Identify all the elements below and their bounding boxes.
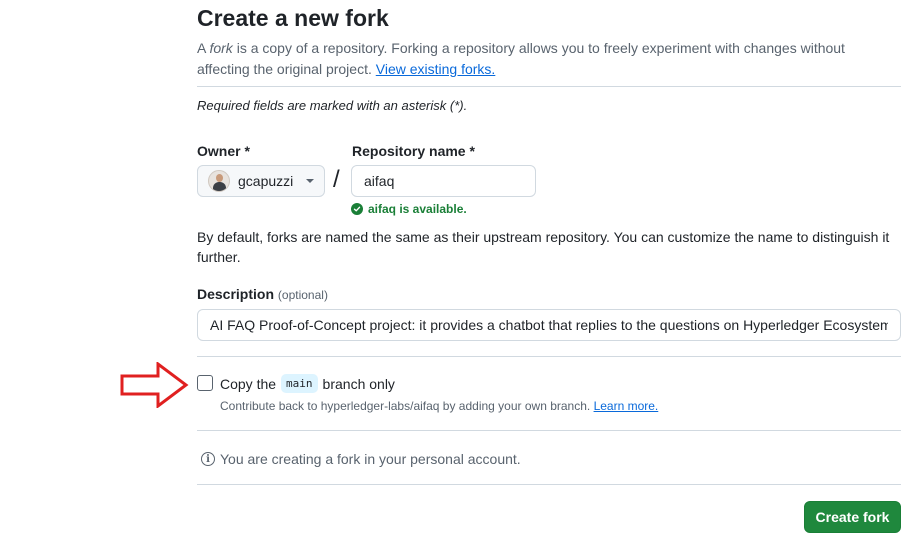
copy-label-post: branch only: [322, 375, 395, 392]
branch-name-code: main: [281, 374, 318, 393]
owner-repo-separator: /: [333, 166, 340, 193]
personal-account-info: i You are creating a fork in your person…: [201, 451, 521, 467]
avatar: [208, 170, 230, 192]
repository-name-input[interactable]: [351, 165, 536, 197]
availability-text: aifaq is available.: [368, 202, 467, 216]
divider: [197, 86, 901, 87]
repository-name-label: Repository name *: [352, 143, 475, 159]
check-circle-icon: [351, 203, 363, 215]
view-existing-forks-link[interactable]: View existing forks.: [376, 61, 496, 77]
owner-select-button[interactable]: gcapuzzi: [197, 165, 325, 197]
copy-main-branch-checkbox[interactable]: [197, 375, 213, 391]
create-fork-page: Create a new fork A fork is a copy of a …: [0, 0, 923, 553]
description-optional: (optional): [277, 288, 328, 302]
divider: [197, 484, 901, 485]
description-input[interactable]: [197, 309, 901, 341]
required-fields-note: Required fields are marked with an aster…: [197, 98, 468, 113]
availability-status: aifaq is available.: [351, 202, 467, 216]
copy-label-pre: Copy the: [220, 375, 277, 392]
info-icon: i: [201, 452, 215, 466]
divider: [197, 430, 901, 431]
page-title: Create a new fork: [197, 5, 389, 31]
info-text: You are creating a fork in your personal…: [220, 451, 521, 467]
arrow-right-icon: [120, 362, 189, 408]
description-label: Description (optional): [197, 286, 328, 302]
create-fork-button[interactable]: Create fork: [804, 501, 901, 533]
owner-label: Owner *: [197, 143, 250, 159]
owner-name: gcapuzzi: [238, 173, 294, 189]
copy-main-branch-label[interactable]: Copy the main branch only: [220, 374, 395, 393]
copy-main-description: Contribute back to hyperledger-labs/aifa…: [220, 399, 658, 413]
page-subtitle: A fork is a copy of a repository. Forkin…: [197, 38, 897, 80]
subtitle-post: is a copy of a repository. Forking a rep…: [197, 40, 845, 77]
triangle-down-icon: [306, 179, 314, 183]
learn-more-link[interactable]: Learn more.: [594, 399, 659, 413]
divider: [197, 356, 901, 357]
description-label-text: Description: [197, 286, 275, 302]
contribute-text: Contribute back to hyperledger-labs/aifa…: [220, 399, 594, 413]
subtitle-fork-word: fork: [209, 40, 233, 56]
default-name-note: By default, forks are named the same as …: [197, 229, 890, 265]
subtitle-pre: A: [197, 40, 210, 56]
